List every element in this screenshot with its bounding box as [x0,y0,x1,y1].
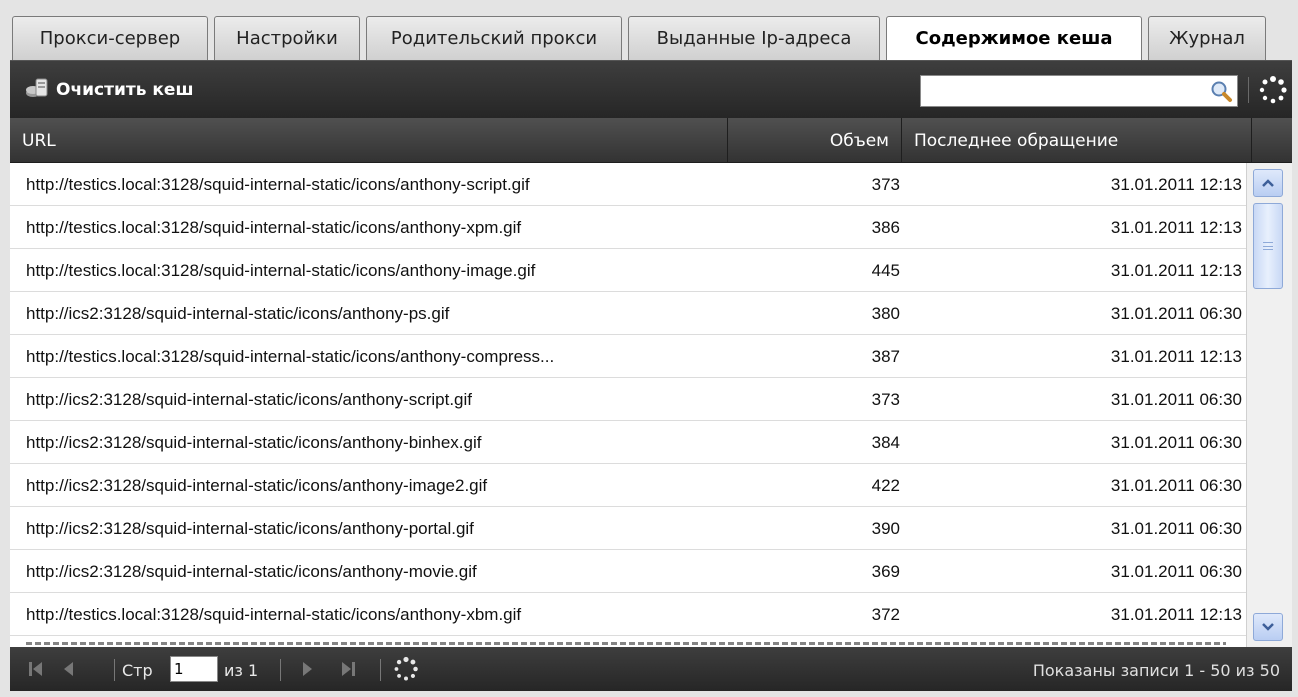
cell-size: 380 [871,303,900,323]
cell-url: http://ics2:3128/squid-internal-static/i… [26,561,477,581]
column-header-spacer [1252,118,1292,163]
cell-last-access: 31.01.2011 12:13 [1110,260,1242,280]
column-header-url[interactable]: URL [10,118,728,163]
first-page-icon[interactable] [24,657,48,681]
cell-url: http://testics.local:3128/squid-internal… [26,346,555,366]
tab-log[interactable]: Журнал [1148,16,1266,60]
cell-url: http://testics.local:3128/squid-internal… [26,174,530,194]
table-row[interactable]: http://testics.local:3128/squid-internal… [10,335,1246,378]
scroll-down-icon[interactable] [1253,613,1283,641]
tab-bar: Прокси-сервер Настройки Родительский про… [0,0,1298,60]
tab-settings[interactable]: Настройки [214,16,360,60]
records-status: Показаны записи 1 - 50 из 50 [1032,660,1280,680]
scroll-up-icon[interactable] [1253,169,1283,197]
prev-page-icon[interactable] [56,657,80,681]
table-row[interactable]: http://ics2:3128/squid-internal-static/i… [10,292,1246,335]
pager-separator [114,659,115,681]
tab-label: Прокси-сервер [39,28,181,49]
cell-url: http://testics.local:3128/squid-internal… [26,260,536,280]
tab-label: Родительский прокси [390,28,598,49]
page-number-input[interactable] [170,656,218,682]
cell-last-access: 31.01.2011 12:13 [1110,604,1242,624]
table-row[interactable]: http://testics.local:3128/squid-internal… [10,163,1246,206]
table-row[interactable]: http://ics2:3128/squid-internal-static/i… [10,421,1246,464]
cell-size: 372 [871,604,900,624]
tab-label: Выданные Ip-адреса [656,28,852,49]
proxy-cache-panel: Прокси-сервер Настройки Родительский про… [0,0,1298,697]
cell-url: http://ics2:3128/squid-internal-static/i… [26,303,450,323]
refresh-icon[interactable] [392,655,420,683]
table-row[interactable]: http://testics.local:3128/squid-internal… [10,206,1246,249]
tab-label: Журнал [1169,28,1245,49]
page-label: Стр [122,660,153,680]
cell-url: http://ics2:3128/squid-internal-static/i… [26,389,473,409]
cell-last-access: 31.01.2011 06:30 [1110,303,1242,323]
pager: Стр из 1 Показаны записи 1 - 50 из 50 [10,647,1292,691]
tab-label: Настройки [236,28,338,49]
page-count-label: из 1 [224,660,259,680]
cell-size: 373 [871,174,900,194]
tab-parent-proxy[interactable]: Родительский прокси [366,16,622,60]
cell-size: 387 [871,346,900,366]
cell-size: 386 [871,217,900,237]
pager-separator [380,659,381,681]
cell-size: 390 [871,518,900,538]
scroll-thumb[interactable] [1253,203,1283,289]
cell-last-access: 31.01.2011 06:30 [1110,518,1242,538]
tab-proxy-server[interactable]: Прокси-сервер [12,16,208,60]
column-header-label: Объем [829,130,889,151]
cell-size: 422 [871,475,900,495]
cell-size: 369 [871,561,900,581]
cell-last-access: 31.01.2011 06:30 [1110,475,1242,495]
next-page-icon[interactable] [296,657,320,681]
table-row[interactable]: http://ics2:3128/squid-internal-static/i… [10,550,1246,593]
cell-size: 373 [871,389,900,409]
table-row[interactable]: http://testics.local:3128/squid-internal… [10,593,1246,636]
table-row[interactable]: http://ics2:3128/squid-internal-static/i… [10,378,1246,421]
cell-size: 445 [871,260,900,280]
cell-last-access: 31.01.2011 06:30 [1110,389,1242,409]
cell-url: http://ics2:3128/squid-internal-static/i… [26,518,474,538]
cell-last-access: 31.01.2011 12:13 [1110,217,1242,237]
cell-url: http://testics.local:3128/squid-internal… [26,217,522,237]
clear-cache-icon [24,76,50,105]
cell-last-access: 31.01.2011 12:13 [1110,174,1242,194]
cell-size: 384 [871,432,900,452]
table-row[interactable]: http://ics2:3128/squid-internal-static/i… [10,507,1246,550]
vertical-scrollbar[interactable] [1246,163,1292,647]
tab-cache-contents[interactable]: Содержимое кеша [886,16,1142,60]
tab-issued-ip[interactable]: Выданные Ip-адреса [628,16,880,60]
search-input[interactable] [921,76,1205,106]
cell-url: http://testics.local:3128/squid-internal… [26,604,522,624]
tab-label: Содержимое кеша [915,28,1113,49]
clear-cache-label: Очистить кеш [56,80,194,100]
refresh-icon[interactable] [1258,75,1288,105]
grid-header: URL Объем Последнее обращение [10,118,1292,163]
cell-last-access: 31.01.2011 06:30 [1110,432,1242,452]
column-header-label: URL [22,130,56,151]
pager-separator [280,659,281,681]
search-box [920,75,1238,107]
table-row[interactable]: http://testics.local:3128/squid-internal… [10,249,1246,292]
column-header-label: Последнее обращение [914,130,1119,151]
table-row-partial [10,636,1246,647]
last-page-icon[interactable] [336,657,360,681]
cell-url: http://ics2:3128/squid-internal-static/i… [26,475,488,495]
clear-cache-button[interactable]: Очистить кеш [24,76,194,104]
table-row[interactable]: http://ics2:3128/squid-internal-static/i… [10,464,1246,507]
search-icon[interactable] [1205,76,1237,106]
grid-body: http://testics.local:3128/squid-internal… [10,163,1246,647]
cell-last-access: 31.01.2011 12:13 [1110,346,1242,366]
column-header-last-access[interactable]: Последнее обращение [902,118,1252,163]
toolbar: Очистить кеш [10,60,1292,118]
toolbar-separator [1248,77,1249,103]
cell-last-access: 31.01.2011 06:30 [1110,561,1242,581]
cell-url: http://ics2:3128/squid-internal-static/i… [26,432,482,452]
cache-grid: URL Объем Последнее обращение http://tes… [10,118,1292,647]
column-header-size[interactable]: Объем [728,118,902,163]
